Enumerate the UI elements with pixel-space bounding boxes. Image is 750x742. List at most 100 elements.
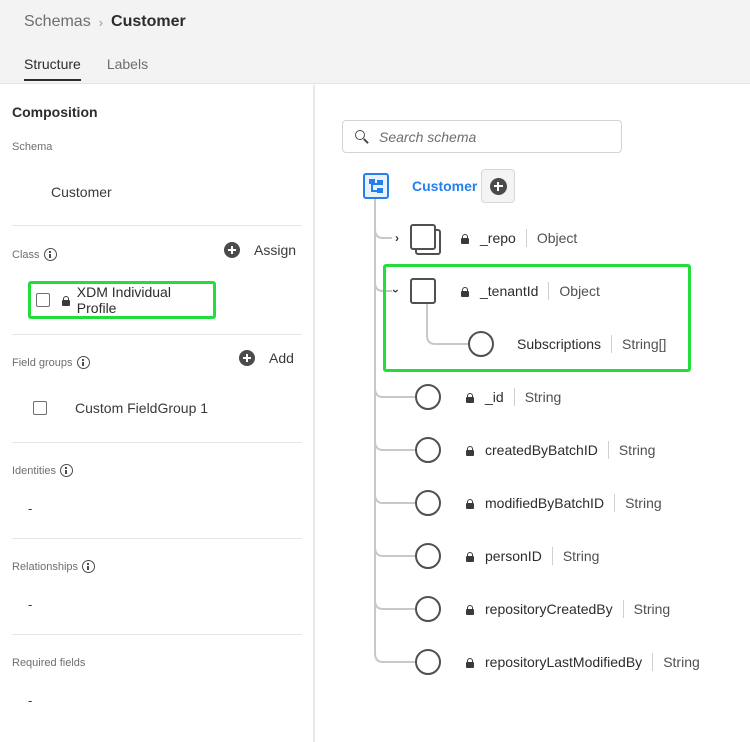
field-row-repositorylastmodifiedby[interactable]: repositoryLastModifiedBy String bbox=[466, 653, 700, 671]
field-row-repo[interactable]: _repo Object bbox=[461, 229, 577, 247]
lock-icon bbox=[466, 392, 474, 403]
divider bbox=[12, 442, 302, 443]
lock-icon bbox=[466, 604, 474, 615]
field-name: repositoryLastModifiedBy bbox=[485, 654, 643, 670]
field-name: _repo bbox=[480, 230, 516, 246]
field-type: String bbox=[663, 654, 700, 670]
field-row-modifiedbybatchid[interactable]: modifiedByBatchID String bbox=[466, 494, 662, 512]
field-type: String bbox=[618, 442, 656, 458]
field-row-tenantid[interactable]: _tenantId Object bbox=[461, 282, 600, 300]
composition-panel: Composition Schema Customer Class Assign… bbox=[0, 85, 315, 742]
divider bbox=[12, 538, 302, 539]
tab-labels[interactable]: Labels bbox=[107, 56, 148, 80]
composition-title: Composition bbox=[12, 104, 98, 120]
chevron-right-icon: › bbox=[98, 14, 104, 30]
field-name: personID bbox=[485, 548, 542, 564]
schema-name[interactable]: Customer bbox=[51, 184, 112, 200]
schema-tree-icon[interactable] bbox=[363, 173, 389, 199]
leaf-field-icon bbox=[415, 543, 441, 569]
assign-class-button[interactable]: Assign bbox=[224, 242, 296, 258]
add-field-button[interactable] bbox=[481, 169, 515, 203]
info-icon[interactable] bbox=[82, 560, 96, 573]
field-type: String bbox=[633, 601, 671, 617]
relationships-label: Relationships bbox=[12, 560, 96, 573]
add-circle-icon bbox=[489, 177, 507, 195]
leaf-field-icon bbox=[415, 437, 441, 463]
field-type: Object bbox=[536, 230, 578, 246]
page-title: Customer bbox=[111, 13, 186, 30]
divider bbox=[12, 634, 302, 635]
field-group-checkbox[interactable] bbox=[33, 401, 47, 415]
field-name: modifiedByBatchID bbox=[485, 495, 605, 511]
field-group-item[interactable]: Custom FieldGroup 1 bbox=[33, 400, 208, 416]
field-name: _id bbox=[485, 389, 504, 405]
separator bbox=[622, 600, 624, 618]
field-row-id[interactable]: _id String bbox=[466, 388, 561, 406]
page-header: Schemas › Customer Structure Labels bbox=[0, 0, 750, 84]
lock-icon bbox=[461, 286, 469, 297]
info-icon[interactable] bbox=[76, 356, 90, 369]
schema-label-text: Schema bbox=[12, 141, 53, 153]
object-icon bbox=[410, 224, 436, 250]
field-name: Subscriptions bbox=[517, 336, 602, 352]
separator bbox=[607, 441, 609, 459]
required-fields-value: - bbox=[28, 693, 33, 708]
identities-label: Identities bbox=[12, 464, 74, 477]
required-fields-label-text: Required fields bbox=[12, 657, 86, 669]
field-groups-label: Field groups bbox=[12, 356, 90, 369]
field-type: String[] bbox=[622, 336, 667, 352]
breadcrumb: Schemas › Customer bbox=[24, 13, 186, 31]
separator bbox=[614, 494, 616, 512]
separator bbox=[525, 229, 527, 247]
lock-icon bbox=[466, 445, 474, 456]
separator bbox=[551, 547, 553, 565]
identities-value: - bbox=[28, 501, 33, 516]
branch-id bbox=[374, 387, 415, 398]
leaf-field-icon bbox=[415, 596, 441, 622]
field-name: repositoryCreatedBy bbox=[485, 601, 613, 617]
class-label: Class bbox=[12, 248, 57, 261]
chevron-right-icon[interactable]: › bbox=[395, 231, 399, 245]
branch-modifiedbybatchid bbox=[374, 493, 415, 504]
field-row-personid[interactable]: personID String bbox=[466, 547, 599, 565]
lock-icon bbox=[61, 295, 70, 306]
field-name: _tenantId bbox=[480, 283, 539, 299]
separator bbox=[611, 335, 613, 353]
info-icon[interactable] bbox=[43, 248, 57, 261]
leaf-field-icon bbox=[415, 649, 441, 675]
class-checkbox[interactable] bbox=[36, 293, 50, 307]
add-circle-icon bbox=[224, 242, 240, 258]
branch-createdbybatchid bbox=[374, 440, 415, 451]
separator bbox=[652, 653, 654, 671]
assign-label: Assign bbox=[254, 242, 297, 258]
breadcrumb-schemas-link[interactable]: Schemas bbox=[24, 13, 91, 31]
divider bbox=[12, 334, 302, 335]
branch-repo bbox=[374, 228, 392, 239]
divider bbox=[12, 225, 302, 226]
field-row-createdbybatchid[interactable]: createdByBatchID String bbox=[466, 441, 655, 459]
relationships-label-text: Relationships bbox=[12, 560, 79, 573]
tab-structure[interactable]: Structure bbox=[24, 56, 81, 81]
relationships-value: - bbox=[28, 597, 33, 612]
schema-root-name[interactable]: Customer bbox=[412, 178, 477, 194]
add-field-group-button[interactable]: Add bbox=[239, 350, 294, 366]
separator bbox=[548, 282, 550, 300]
tab-bar: Structure Labels bbox=[24, 56, 174, 81]
field-type: String bbox=[524, 389, 562, 405]
info-icon[interactable] bbox=[60, 464, 74, 477]
field-groups-label-text: Field groups bbox=[12, 356, 73, 369]
required-fields-label: Required fields bbox=[12, 657, 85, 669]
identities-label-text: Identities bbox=[12, 464, 57, 477]
class-item[interactable]: XDM Individual Profile bbox=[28, 281, 216, 319]
lock-icon bbox=[466, 498, 474, 509]
field-row-subscriptions[interactable]: Subscriptions String[] bbox=[517, 335, 666, 353]
schema-label: Schema bbox=[12, 141, 52, 153]
field-row-repositorycreatedby[interactable]: repositoryCreatedBy String bbox=[466, 600, 670, 618]
class-label-text: Class bbox=[12, 248, 40, 261]
highlight-box bbox=[383, 264, 691, 372]
branch-repositorycreatedby bbox=[374, 599, 415, 610]
chevron-down-icon[interactable]: › bbox=[389, 289, 403, 293]
field-group-name: Custom FieldGroup 1 bbox=[75, 400, 209, 416]
add-circle-icon bbox=[239, 350, 255, 366]
separator bbox=[513, 388, 515, 406]
